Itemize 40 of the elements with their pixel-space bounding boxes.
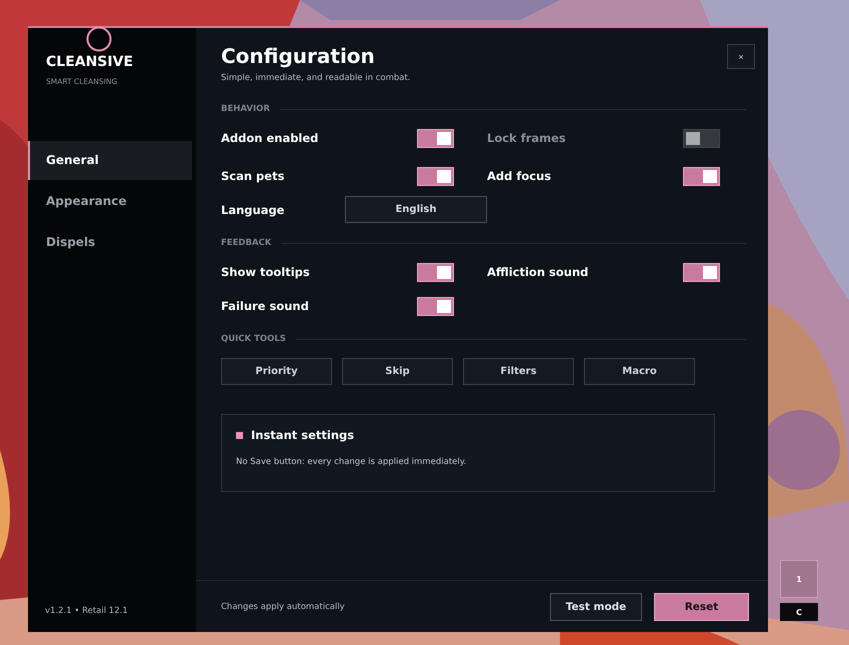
close-button[interactable]: × [727, 44, 755, 69]
setting-label: Language [221, 203, 286, 217]
setting-label: Lock frames [487, 131, 566, 145]
tool-button[interactable]: Macro [584, 358, 695, 385]
setting-label: Scan pets [221, 169, 284, 183]
section-heading: QUICK TOOLS [221, 334, 286, 344]
info-title: Instant settings [251, 428, 354, 442]
ring-icon [86, 26, 112, 52]
setting-label: Add focus [487, 169, 552, 183]
toggle-switch[interactable] [417, 262, 454, 282]
toggle-switch[interactable] [417, 296, 454, 316]
setting-label: Affliction sound [487, 265, 588, 279]
language-dropdown[interactable]: English [345, 196, 487, 222]
toggle-switch[interactable] [683, 262, 720, 282]
footer-note: Changes apply automatically [221, 602, 345, 612]
info-text: No Save button: every change is applied immediately. [236, 457, 468, 467]
tool-button[interactable]: Priority [221, 358, 332, 385]
version-text: v1.2.1 • Retail 12.1 [44, 606, 129, 618]
toggle-switch[interactable] [417, 128, 454, 148]
nav-item[interactable]: General [28, 141, 192, 180]
reset-button[interactable]: Reset [654, 592, 749, 620]
toggle-switch[interactable] [683, 128, 720, 148]
tool-button[interactable]: Skip [342, 358, 453, 385]
subtitle: Simple, immediate, and readable in combat. [221, 73, 410, 83]
toggle-switch[interactable] [417, 166, 454, 186]
nav-item[interactable]: Dispels [28, 223, 192, 262]
nav-item[interactable]: Appearance [28, 182, 192, 221]
square-bullet-icon [236, 432, 243, 438]
section-heading: FEEDBACK [221, 238, 272, 248]
window-title: Configuration [221, 44, 376, 68]
setting-label: Addon enabled [221, 131, 318, 145]
toggle-switch[interactable] [683, 166, 720, 186]
counter-tile: 1 [780, 560, 818, 598]
key-label: C [780, 603, 818, 621]
setting-label: Failure sound [221, 299, 309, 313]
section-heading: BEHAVIOR [221, 104, 270, 114]
setting-label: Show tooltips [221, 265, 310, 279]
tool-button[interactable]: Filters [463, 358, 574, 385]
logo-text: CLEANSIVE [46, 54, 134, 70]
test-mode-button[interactable]: Test mode [550, 592, 642, 620]
